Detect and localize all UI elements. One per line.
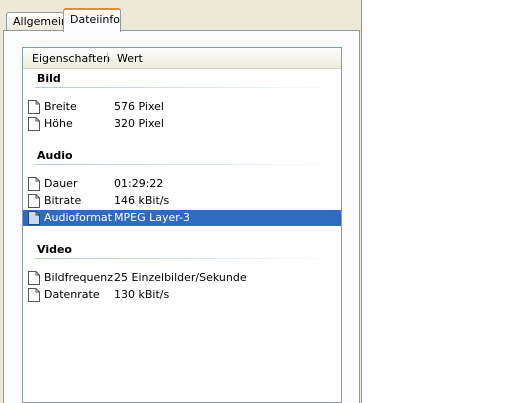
property-name: Bildfrequenz (44, 271, 114, 284)
column-header-wert[interactable]: Wert (117, 52, 143, 65)
property-value: 146 kBit/s (114, 194, 170, 207)
list-item[interactable]: Breite 576 Pixel (23, 99, 341, 115)
group-title-bild: Bild (37, 72, 61, 85)
document-icon (28, 271, 40, 285)
list-item[interactable]: Höhe 320 Pixel (23, 116, 341, 132)
file-info-list[interactable]: Eigenschaften Wert Bild Breite 576 Pixel… (22, 47, 342, 403)
group-divider (35, 164, 339, 165)
property-value: 01:29:22 (114, 177, 164, 190)
list-item[interactable]: Datenrate 130 kBit/s (23, 287, 341, 303)
property-name: Bitrate (44, 194, 82, 207)
property-name: Höhe (44, 117, 73, 130)
property-name: Breite (44, 100, 77, 113)
list-item-selected[interactable]: Audioformat MPEG Layer-3 (23, 210, 341, 226)
list-item[interactable]: Dauer 01:29:22 (23, 176, 341, 192)
properties-dialog: Allgemein Dateiinfo Eigenschaften Wert B… (0, 0, 362, 403)
tab-strip: Allgemein Dateiinfo (0, 8, 361, 32)
property-value: 576 Pixel (114, 100, 164, 113)
document-icon (28, 100, 40, 114)
group-title-audio: Audio (37, 149, 73, 162)
document-icon (28, 288, 40, 302)
list-header: Eigenschaften Wert (23, 48, 341, 69)
document-icon (28, 177, 40, 191)
property-value: 25 Einzelbilder/Sekunde (114, 271, 247, 284)
document-icon (28, 211, 40, 225)
tab-allgemein[interactable]: Allgemein (6, 12, 68, 31)
property-value: MPEG Layer-3 (114, 211, 191, 224)
tab-dateiinfo[interactable]: Dateiinfo (63, 8, 121, 32)
document-icon (28, 117, 40, 131)
column-divider[interactable] (107, 52, 108, 64)
property-value: 130 kBit/s (114, 288, 170, 301)
group-title-video: Video (37, 243, 72, 256)
column-header-eigenschaften[interactable]: Eigenschaften (32, 52, 110, 65)
property-name: Dauer (44, 177, 78, 190)
property-name: Audioformat (44, 211, 112, 224)
list-item[interactable]: Bitrate 146 kBit/s (23, 193, 341, 209)
document-icon (28, 194, 40, 208)
property-value: 320 Pixel (114, 117, 164, 130)
group-divider (35, 258, 339, 259)
property-name: Datenrate (44, 288, 100, 301)
group-divider (35, 87, 339, 88)
list-item[interactable]: Bildfrequenz 25 Einzelbilder/Sekunde (23, 270, 341, 286)
